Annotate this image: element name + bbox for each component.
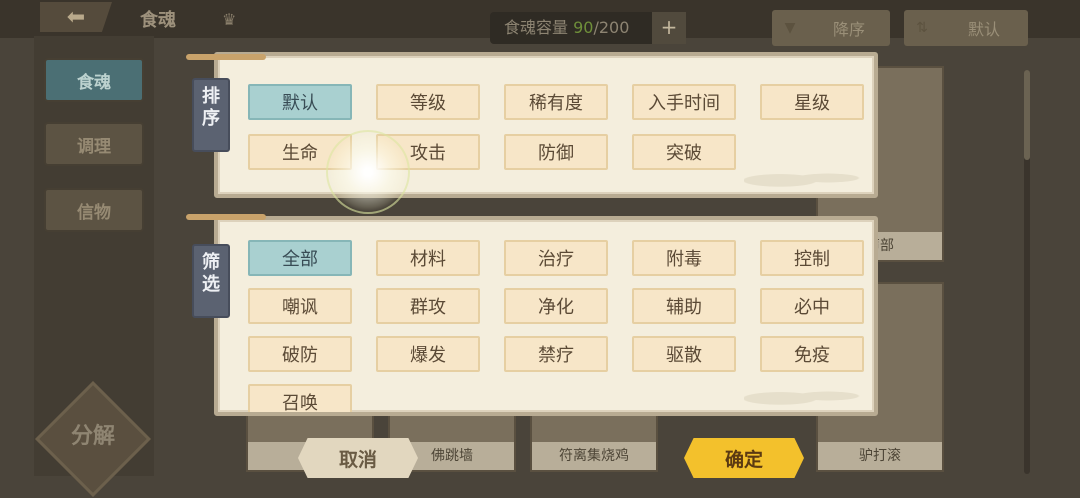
filter-option[interactable]: 破防 — [248, 336, 352, 372]
sort-panel: 默认 等级 稀有度 入手时间 星级 生命 攻击 防御 突破 — [214, 52, 878, 198]
sort-option[interactable]: 入手时间 — [632, 84, 736, 120]
filter-option[interactable]: 嘲讽 — [248, 288, 352, 324]
sort-default-label: 默认 — [967, 20, 1000, 39]
card-name: 驴打滚 — [818, 442, 942, 470]
sort-option[interactable]: 稀有度 — [504, 84, 608, 120]
sort-direction-button[interactable]: ▼ 降序 — [772, 10, 890, 46]
sort-option[interactable]: 默认 — [248, 84, 352, 120]
capacity-value: 90 — [573, 18, 594, 37]
back-button[interactable]: ⬅ — [40, 2, 112, 32]
filter-panel: 全部 材料 治疗 附毒 控制嘲讽 群攻 净化 辅助 必中破防 爆发 禁疗 驱散 免疫召唤 — [214, 216, 878, 416]
sort-default-button[interactable]: ⇅ 默认 — [904, 10, 1028, 46]
filter-option[interactable]: 净化 — [504, 288, 608, 324]
filter-option[interactable]: 驱散 — [632, 336, 736, 372]
touch-sparkle-effect — [326, 130, 410, 214]
card-name: 符离集烧鸡 — [532, 442, 656, 470]
filter-option[interactable]: 辅助 — [632, 288, 736, 324]
filter-option[interactable]: 爆发 — [376, 336, 480, 372]
sort-direction-label: 降序 — [832, 20, 865, 39]
sort-option[interactable]: 突破 — [632, 134, 736, 170]
sort-option[interactable]: 星级 — [760, 84, 864, 120]
filter-option[interactable]: 附毒 — [632, 240, 736, 276]
capacity-display: 食魂容量 90/200 + — [490, 12, 686, 44]
filter-option[interactable]: 必中 — [760, 288, 864, 324]
sort-option[interactable]: 防御 — [504, 134, 608, 170]
filter-tag: 筛选 — [192, 244, 230, 318]
scrollbar-thumb[interactable] — [1024, 70, 1030, 160]
add-capacity-button[interactable]: + — [652, 12, 686, 44]
decompose-label: 分解 — [70, 424, 115, 449]
capacity-max: /200 — [593, 18, 630, 37]
filter-option[interactable]: 召唤 — [248, 384, 352, 412]
swap-arrows-icon: ⇅ — [916, 20, 928, 36]
card[interactable]: 符离集烧鸡 — [530, 410, 658, 472]
sidebar-tab-xinwu[interactable]: 信物 — [44, 188, 144, 232]
tag-rod — [186, 214, 266, 220]
capacity-label: 食魂容量 — [504, 18, 569, 37]
triangle-down-icon: ▼ — [784, 20, 796, 36]
filter-option[interactable]: 控制 — [760, 240, 864, 276]
filter-option[interactable]: 治疗 — [504, 240, 608, 276]
filter-option[interactable]: 禁疗 — [504, 336, 608, 372]
sidebar-tab-shihun[interactable]: 食魂 — [44, 58, 144, 102]
arrow-left-icon: ⬅ — [66, 4, 86, 30]
filter-option[interactable]: 群攻 — [376, 288, 480, 324]
crown-icon[interactable]: ♛ — [222, 10, 236, 29]
tag-rod — [186, 54, 266, 60]
confirm-button[interactable]: 确定 — [684, 438, 804, 478]
cancel-button[interactable]: 取消 — [298, 438, 418, 478]
page-title: 食魂 — [140, 10, 176, 31]
filter-option[interactable]: 材料 — [376, 240, 480, 276]
filter-option[interactable]: 免疫 — [760, 336, 864, 372]
sort-option[interactable]: 等级 — [376, 84, 480, 120]
sort-tag: 排序 — [192, 78, 230, 152]
sidebar-tab-tiaoli[interactable]: 调理 — [44, 122, 144, 166]
filter-option[interactable]: 全部 — [248, 240, 352, 276]
